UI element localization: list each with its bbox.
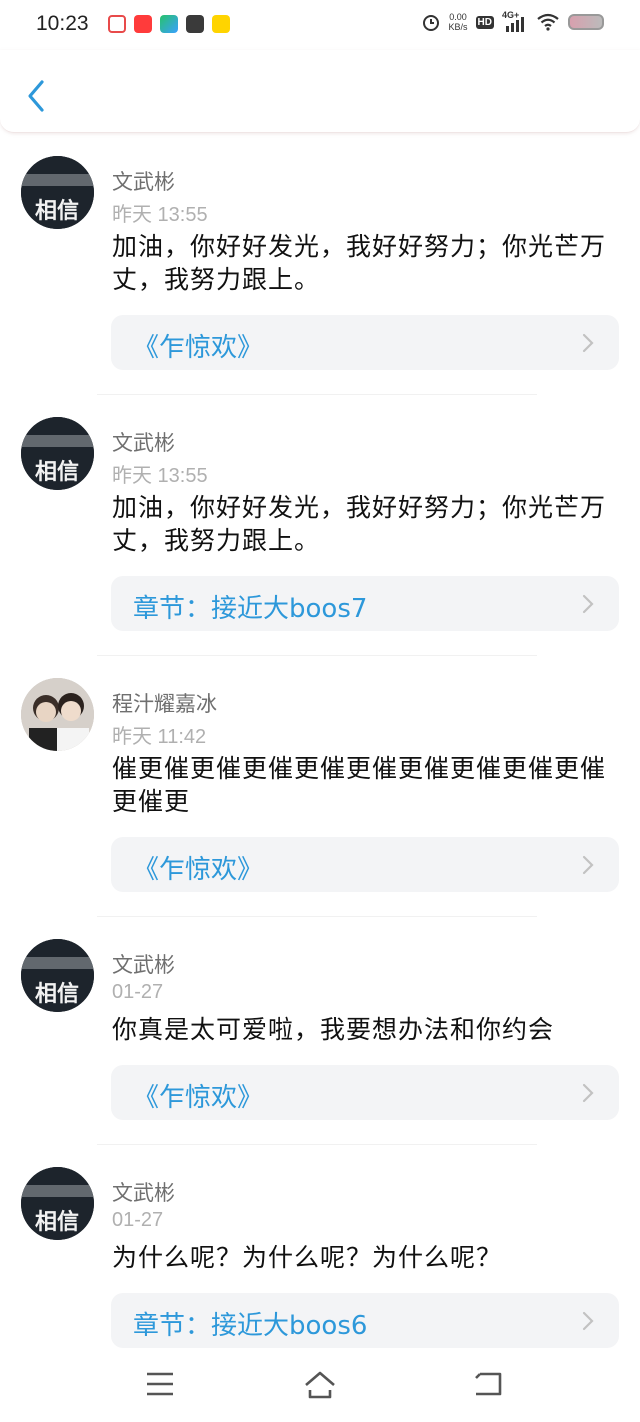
comment-text: 为什么呢？为什么呢？为什么呢？: [112, 1243, 503, 1272]
top-header: [0, 50, 640, 133]
status-time: 10:23: [36, 12, 89, 35]
net-speed: 0.00 KB/s: [449, 12, 468, 32]
divider: [97, 916, 537, 917]
comment-author[interactable]: 文武彬: [112, 427, 175, 457]
link-card[interactable]: 《乍惊欢》: [111, 837, 619, 892]
back-icon[interactable]: [472, 1370, 504, 1398]
battery-icon: [568, 14, 604, 30]
net-speed-value: 0.00: [449, 12, 467, 22]
comment-time: 昨天 13:55: [112, 204, 208, 226]
link-card[interactable]: 章节：接近大boos6: [111, 1293, 619, 1348]
comment-time: 01-27: [112, 1209, 164, 1231]
link-card[interactable]: 章节：接近大boos7: [111, 576, 619, 631]
status-bar: 10:23 0.00 KB/s HD 4G+: [0, 0, 640, 50]
app-icon-4: [186, 15, 204, 33]
comment-time: 昨天 11:42: [112, 726, 207, 748]
avatar[interactable]: [21, 678, 94, 751]
comment-time: 昨天 13:55: [112, 465, 208, 487]
chevron-right-icon: [582, 855, 594, 875]
hd-badge: HD: [475, 15, 494, 29]
comment-text: 催更催更催更催更催更催更催更催更催更催更催更: [112, 754, 607, 816]
comment-author[interactable]: 程汁耀嘉冰: [112, 688, 217, 718]
link-label: 章节：接近大boos6: [133, 1311, 368, 1341]
net-speed-unit: KB/s: [448, 22, 468, 32]
home-icon[interactable]: [302, 1370, 338, 1400]
comment-author[interactable]: 文武彬: [112, 166, 175, 196]
app-icon-3: [160, 15, 178, 33]
chevron-right-icon: [582, 1083, 594, 1103]
comment-text: 你真是太可爱啦，我要想办法和你约会: [112, 1015, 555, 1044]
status-indicators: 0.00 KB/s HD 4G+: [421, 10, 604, 32]
app-icon-2: [134, 15, 152, 33]
wifi-icon: [537, 13, 559, 31]
signal-icon: 4G+: [502, 10, 528, 32]
avatar-text: 相信: [35, 981, 79, 1007]
comment-text: 加油，你好好发光，我好好努力；你光芒万丈，我努力跟上。: [112, 493, 607, 555]
menu-icon[interactable]: [145, 1370, 175, 1398]
divider: [97, 655, 537, 656]
comment-text: 加油，你好好发光，我好好努力；你光芒万丈，我努力跟上。: [112, 232, 607, 294]
comment-time: 01-27: [112, 981, 164, 1003]
avatar-text: 相信: [35, 1209, 79, 1235]
chevron-left-icon[interactable]: [22, 78, 52, 114]
comment-author[interactable]: 文武彬: [112, 1177, 175, 1207]
link-label: 《乍惊欢》: [133, 1083, 264, 1113]
app-icon-1: [108, 15, 126, 33]
link-label: 《乍惊欢》: [133, 333, 264, 363]
avatar[interactable]: 相信: [21, 939, 94, 1012]
comment-author[interactable]: 文武彬: [112, 949, 175, 979]
chevron-right-icon: [582, 1311, 594, 1331]
notification-icons: [108, 15, 230, 33]
avatar-text: 相信: [35, 198, 79, 224]
avatar-text: 相信: [35, 459, 79, 485]
link-label: 章节：接近大boos7: [133, 594, 368, 624]
divider: [97, 394, 537, 395]
avatar[interactable]: 相信: [21, 156, 94, 229]
alarm-icon: [422, 15, 439, 31]
divider: [97, 1144, 537, 1145]
avatar[interactable]: 相信: [21, 417, 94, 490]
system-nav-bar: [0, 1350, 640, 1422]
avatar[interactable]: 相信: [21, 1167, 94, 1240]
app-icon-5: [212, 15, 230, 33]
chevron-right-icon: [582, 333, 594, 353]
link-card[interactable]: 《乍惊欢》: [111, 315, 619, 370]
link-label: 《乍惊欢》: [133, 855, 264, 885]
link-card[interactable]: 《乍惊欢》: [111, 1065, 619, 1120]
chevron-right-icon: [582, 594, 594, 614]
